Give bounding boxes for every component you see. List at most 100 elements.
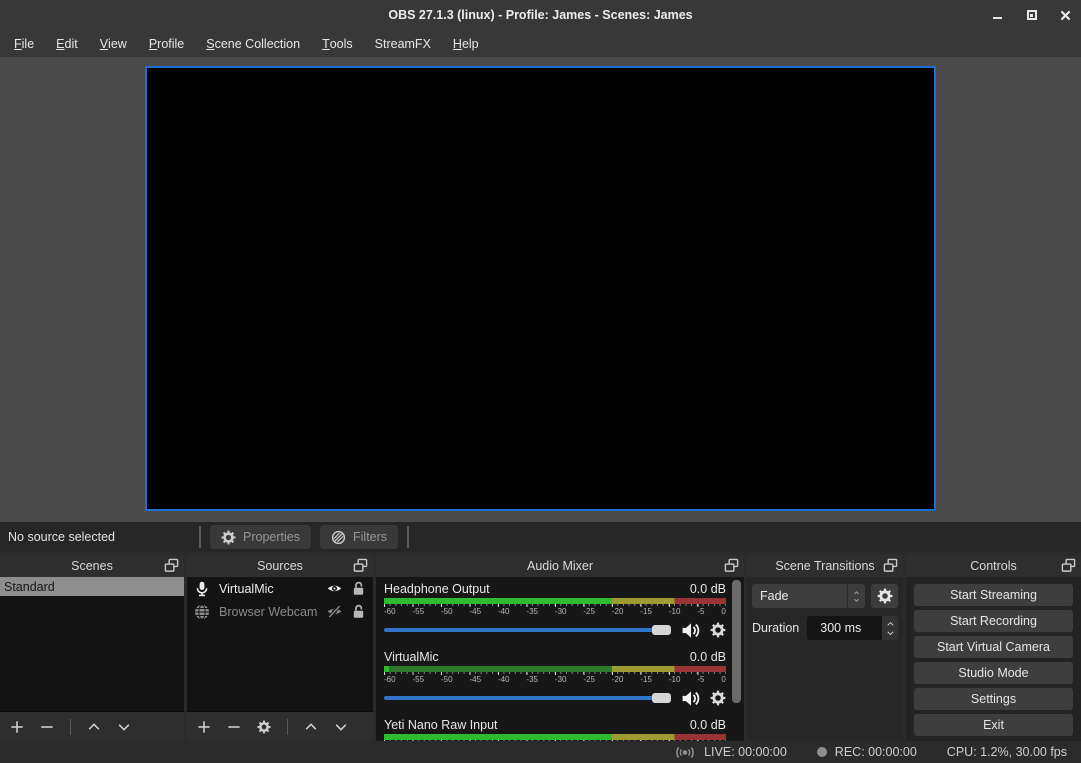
volume-slider[interactable] [384, 628, 671, 632]
scenes-panel-title: Scenes [71, 559, 113, 573]
meter-scale-tick: -60 [384, 675, 396, 685]
window-title: OBS 27.1.3 (linux) - Profile: James - Sc… [388, 8, 692, 22]
audio-mixer-title: Audio Mixer [527, 559, 593, 573]
controls-panel: Controls Start Streaming Start Recording… [906, 555, 1081, 741]
mixer-channel-headphone-output: Headphone Output 0.0 dB -60-55-50-45-40-… [384, 580, 726, 640]
volume-slider[interactable] [384, 696, 671, 700]
menu-file[interactable]: File [3, 30, 45, 57]
meter-scale-tick: -55 [412, 675, 424, 685]
volume-slider-handle[interactable] [652, 693, 671, 703]
menu-streamfx[interactable]: StreamFX [364, 30, 442, 57]
duration-label: Duration [752, 621, 799, 635]
meter-scale-tick: -15 [640, 607, 652, 617]
visibility-eye-icon[interactable] [327, 581, 342, 596]
duration-stepper[interactable] [882, 616, 898, 640]
lock-open-icon[interactable] [351, 581, 366, 596]
meter-scale-tick: -10 [669, 675, 681, 685]
menu-view[interactable]: View [89, 30, 138, 57]
menu-profile[interactable]: Profile [138, 30, 195, 57]
volume-slider-handle[interactable] [652, 625, 671, 635]
meter-scale-tick: -60 [384, 607, 396, 617]
meter-scale-tick: -40 [498, 607, 510, 617]
start-recording-button[interactable]: Start Recording [914, 610, 1073, 632]
move-source-down-button[interactable] [334, 720, 348, 734]
close-button[interactable] [1060, 10, 1071, 21]
minimize-button[interactable] [992, 10, 1003, 21]
lock-open-icon[interactable] [351, 604, 366, 619]
move-source-up-button[interactable] [304, 720, 318, 734]
chevron-down-icon [885, 629, 896, 637]
toolbar-separator [287, 719, 288, 735]
move-scene-up-button[interactable] [87, 720, 101, 734]
broadcast-icon [674, 745, 696, 760]
meter-scale-tick: -25 [583, 675, 595, 685]
start-streaming-button[interactable]: Start Streaming [914, 584, 1073, 606]
gear-icon [877, 588, 893, 604]
properties-button[interactable]: Properties [210, 525, 311, 549]
speaker-mute-button[interactable] [681, 622, 700, 639]
remove-source-button[interactable] [227, 720, 241, 734]
source-row-virtualmic[interactable]: VirtualMic [187, 577, 373, 600]
exit-button[interactable]: Exit [914, 714, 1073, 736]
menu-help[interactable]: Help [442, 30, 490, 57]
menu-tools[interactable]: Tools [311, 30, 364, 57]
filters-button[interactable]: Filters [320, 525, 398, 549]
source-properties-button[interactable] [257, 720, 271, 734]
meter-scale-tick: -20 [612, 675, 624, 685]
start-virtual-camera-button[interactable]: Start Virtual Camera [914, 636, 1073, 658]
rec-time: REC: 00:00:00 [835, 745, 917, 759]
live-status: LIVE: 00:00:00 [674, 745, 787, 760]
meter-scale-tick: -30 [555, 675, 567, 685]
visibility-eye-off-icon[interactable] [327, 604, 342, 619]
sources-panel-title: Sources [257, 559, 303, 573]
mixer-scrollbar-thumb[interactable] [732, 580, 741, 703]
duration-value[interactable]: 300 ms [807, 616, 882, 640]
meter-scale-tick: 0 [721, 607, 725, 617]
combo-spinner[interactable] [847, 584, 865, 608]
transition-properties-button[interactable] [871, 584, 898, 608]
menu-edit[interactable]: Edit [45, 30, 89, 57]
maximize-icon [1027, 10, 1037, 20]
mixer-channel-virtualmic: VirtualMic 0.0 dB -60-55-50-45-40-35-30-… [384, 648, 726, 708]
source-row-browser-webcam[interactable]: Browser Webcam [187, 600, 373, 623]
maximize-button[interactable] [1026, 10, 1037, 21]
meter-scale-tick: -40 [498, 675, 510, 685]
cpu-fps-stats: CPU: 1.2%, 30.00 fps [947, 745, 1067, 759]
menu-scene-collection[interactable]: Scene Collection [195, 30, 311, 57]
controls-panel-header: Controls [906, 555, 1081, 577]
sources-list: VirtualMic Browser Webcam [187, 577, 373, 711]
dock-area: Scenes Standard Sources VirtualMic [0, 552, 1081, 741]
dock-icon [883, 558, 898, 573]
channel-name: VirtualMic [384, 650, 439, 664]
meter-scale-tick: -45 [469, 675, 481, 685]
volume-meter [384, 666, 726, 672]
source-status-label: No source selected [8, 530, 115, 544]
meter-ticks [384, 740, 726, 741]
studio-mode-button[interactable]: Studio Mode [914, 662, 1073, 684]
channel-settings-gear-icon[interactable] [710, 622, 726, 638]
mixer-scrollbar[interactable] [732, 580, 741, 738]
move-scene-down-button[interactable] [117, 720, 131, 734]
live-time: LIVE: 00:00:00 [704, 745, 787, 759]
audio-mixer-header: Audio Mixer [376, 555, 744, 577]
channel-volume-db: 0.0 dB [690, 650, 726, 664]
duration-spinbox[interactable]: 300 ms [807, 616, 898, 640]
channel-settings-gear-icon[interactable] [710, 690, 726, 706]
meter-scale-tick: -20 [612, 607, 624, 617]
toolbar-separator [407, 526, 409, 548]
channel-volume-db: 0.0 dB [690, 718, 726, 732]
preview-canvas[interactable] [145, 66, 936, 511]
speaker-mute-button[interactable] [681, 690, 700, 707]
scene-item-standard[interactable]: Standard [0, 577, 184, 596]
add-source-button[interactable] [197, 720, 211, 734]
source-toolbar: No source selected Properties Filters [0, 522, 1081, 552]
scenes-list: Standard [0, 577, 184, 711]
title-bar: OBS 27.1.3 (linux) - Profile: James - Sc… [0, 0, 1081, 30]
dock-icon [1061, 558, 1076, 573]
add-scene-button[interactable] [10, 720, 24, 734]
channel-volume-db: 0.0 dB [690, 582, 726, 596]
transition-select[interactable]: Fade [752, 584, 865, 608]
preview-area [0, 57, 1081, 522]
settings-button[interactable]: Settings [914, 688, 1073, 710]
remove-scene-button[interactable] [40, 720, 54, 734]
